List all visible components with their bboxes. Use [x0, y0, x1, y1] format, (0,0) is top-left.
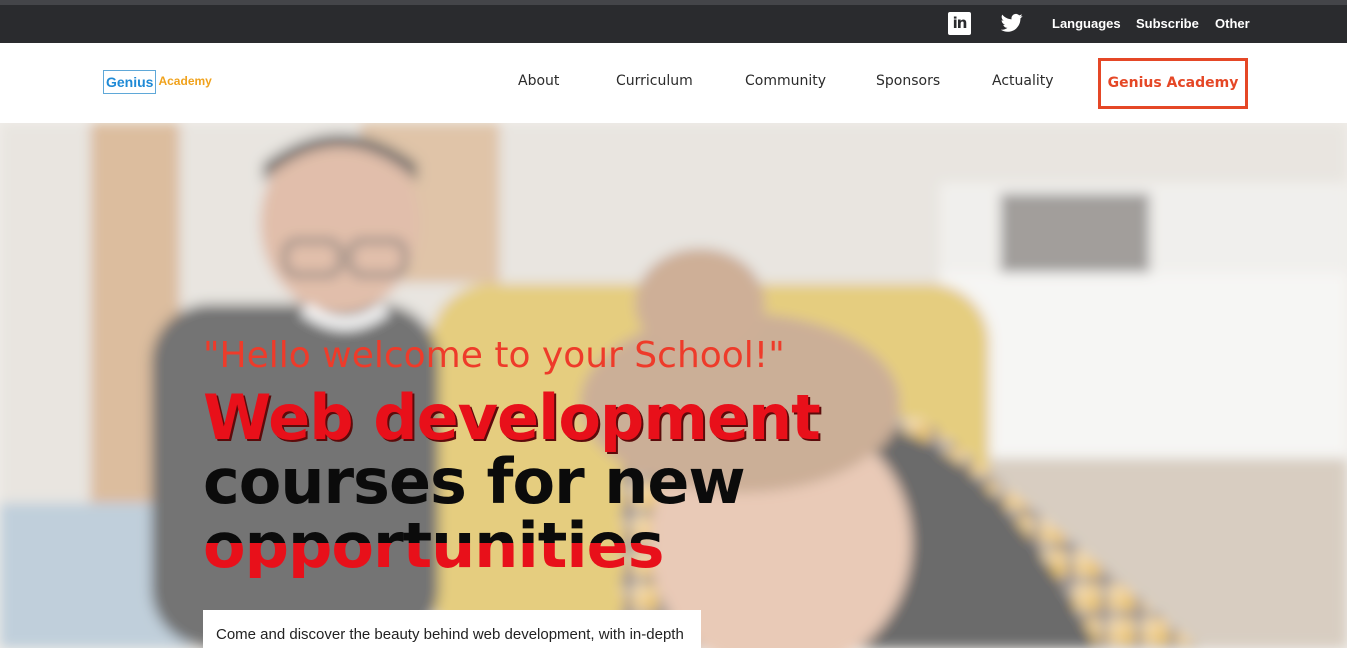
- genius-academy-button[interactable]: Genius Academy: [1098, 58, 1248, 109]
- intro-text: Come and discover the beauty behind web …: [216, 626, 684, 643]
- headline-line-1: Web development: [203, 381, 821, 454]
- subscribe-link[interactable]: Subscribe: [1136, 10, 1199, 38]
- hero-tagline: "Hello welcome to your School!": [203, 335, 785, 376]
- headline-line-3: opportunities: [203, 514, 903, 578]
- other-link[interactable]: Other: [1215, 10, 1250, 38]
- nav-actuality[interactable]: Actuality: [992, 73, 1054, 89]
- nav-about[interactable]: About: [518, 73, 559, 89]
- headline-line-2: courses for new: [203, 445, 746, 518]
- nav-sponsors[interactable]: Sponsors: [876, 73, 940, 89]
- languages-link[interactable]: Languages: [1052, 10, 1121, 38]
- logo-word-academy: Academy: [155, 70, 213, 94]
- nav-community[interactable]: Community: [745, 73, 826, 89]
- main-header: Genius Academy About Curriculum Communit…: [0, 43, 1347, 123]
- logo[interactable]: Genius Academy: [103, 70, 214, 94]
- nav-curriculum[interactable]: Curriculum: [616, 73, 693, 89]
- top-utility-bar: in Languages Subscribe Other: [0, 0, 1347, 43]
- linkedin-icon[interactable]: in: [948, 12, 971, 35]
- hero-section: "Hello welcome to your School!" Web deve…: [0, 123, 1347, 648]
- hero-headline: Web development courses for new opportun…: [203, 386, 903, 578]
- logo-word-genius: Genius: [103, 70, 156, 94]
- intro-card: Come and discover the beauty behind web …: [203, 610, 701, 648]
- twitter-icon[interactable]: [1001, 13, 1023, 33]
